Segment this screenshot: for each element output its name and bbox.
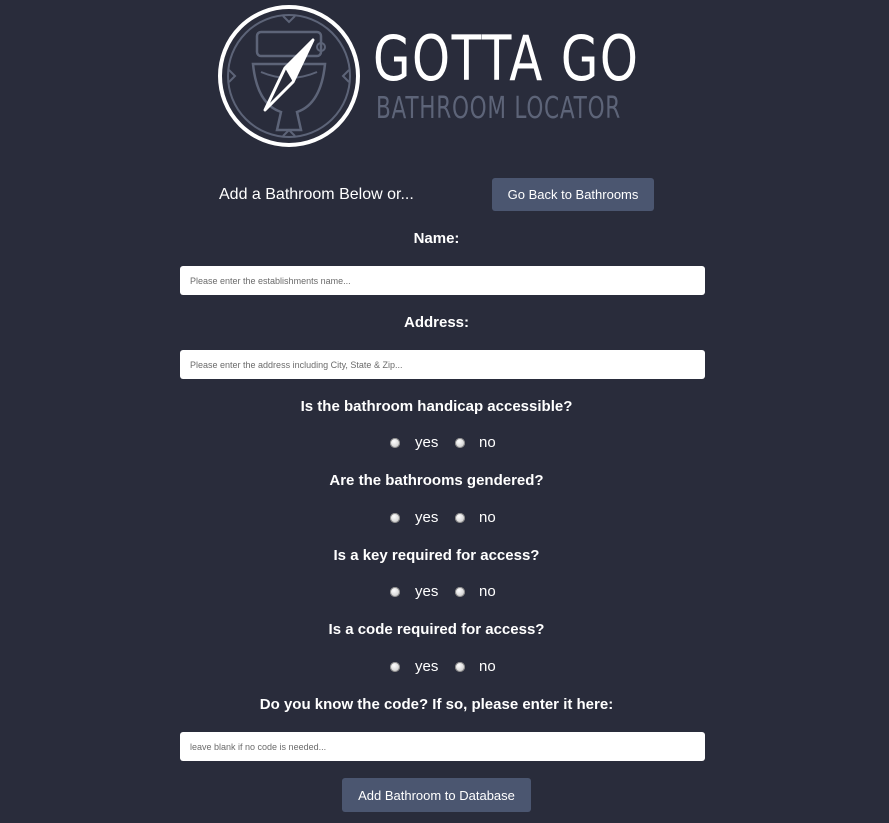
add-bathroom-button[interactable]: Add Bathroom to Database [342,778,531,812]
address-label: Address: [403,314,470,331]
code-required-yes-radio[interactable] [390,662,400,672]
code-required-yes-label: yes [415,658,439,675]
gendered-yes-radio[interactable] [390,513,400,523]
code-required-radio-group: yes no [390,657,496,677]
back-to-bathrooms-button[interactable]: Go Back to Bathrooms [492,178,654,211]
code-input[interactable] [180,732,705,761]
gendered-radio-group: yes no [390,508,496,528]
gendered-question-label: Are the bathrooms gendered? [329,472,544,489]
address-input[interactable] [180,350,705,379]
key-no-radio[interactable] [455,587,465,597]
handicap-no-radio[interactable] [455,438,465,448]
key-yes-radio[interactable] [390,587,400,597]
brand-subtitle: BATHROOM LOCATOR [376,91,622,126]
code-required-no-radio[interactable] [455,662,465,672]
gendered-no-radio[interactable] [455,513,465,523]
code-required-question-label: Is a code required for access? [328,621,545,638]
toilet-compass-icon [218,5,360,147]
intro-text: Add a Bathroom Below or... [219,186,414,203]
key-radio-group: yes no [390,582,496,602]
handicap-question-label: Is the bathroom handicap accessible? [300,398,573,415]
key-question-label: Is a key required for access? [333,547,540,564]
brand-title: GOTTA GO [373,22,640,95]
handicap-radio-group: yes no [390,433,496,453]
code-required-no-label: no [479,658,496,675]
app-logo: GOTTA GO BATHROOM LOCATOR [217,4,667,149]
key-no-label: no [479,583,496,600]
handicap-yes-radio[interactable] [390,438,400,448]
code-label: Do you know the code? If so, please ente… [259,696,614,713]
name-label: Name: [413,230,460,247]
handicap-no-label: no [479,434,496,451]
name-input[interactable] [180,266,705,295]
gendered-yes-label: yes [415,509,439,526]
key-yes-label: yes [415,583,439,600]
handicap-yes-label: yes [415,434,439,451]
gendered-no-label: no [479,509,496,526]
